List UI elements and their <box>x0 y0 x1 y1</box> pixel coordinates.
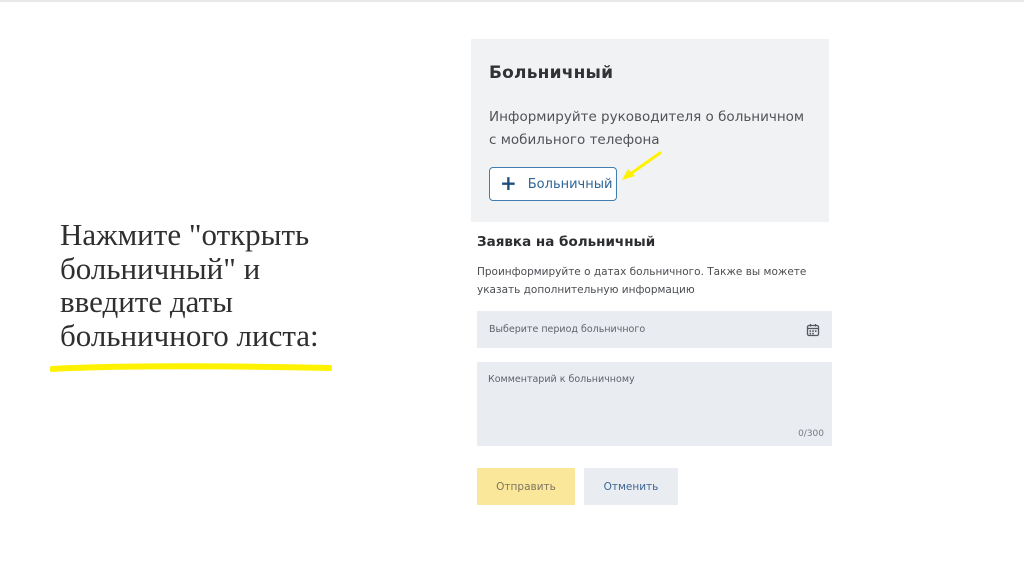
calendar-icon[interactable] <box>806 323 820 337</box>
sick-leave-card: Больничный Информируйте руководителя о б… <box>471 39 829 222</box>
comment-placeholder: Комментарий к больничному <box>488 374 635 385</box>
submit-button[interactable]: Отправить <box>477 468 575 505</box>
comment-char-counter: 0/300 <box>798 429 824 439</box>
slide-instruction-text: Нажмите "открыть больничный" и введите д… <box>60 217 319 353</box>
add-sick-leave-button[interactable]: + Больничный <box>489 167 617 201</box>
period-picker-field[interactable]: Выберите период больничного <box>477 311 832 348</box>
add-sick-leave-button-label: Больничный <box>527 176 613 192</box>
cancel-button[interactable]: Отменить <box>584 468 678 505</box>
comment-textarea[interactable]: Комментарий к больничному 0/300 <box>477 362 832 446</box>
request-form-description: Проинформируйте о датах больничного. Так… <box>477 266 807 296</box>
slide-top-border <box>0 0 1024 2</box>
sick-leave-card-title: Больничный <box>489 63 614 83</box>
sick-leave-card-description: Информируйте руководителя о больничном с… <box>489 109 805 148</box>
request-form-title: Заявка на больничный <box>477 234 656 250</box>
highlight-underline <box>50 363 332 372</box>
period-picker-placeholder: Выберите период больничного <box>489 324 646 335</box>
plus-icon: + <box>500 171 517 195</box>
annotation-arrow-icon <box>622 151 662 180</box>
cancel-button-label: Отменить <box>603 480 659 493</box>
submit-button-label: Отправить <box>496 480 556 493</box>
